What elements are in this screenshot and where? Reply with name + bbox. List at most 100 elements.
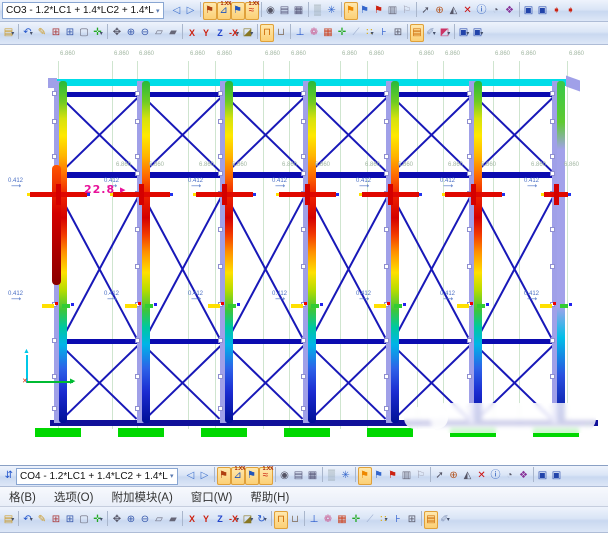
frame-display-icon[interactable]: ⊓ [274, 511, 288, 529]
delete-results-icon[interactable]: ✕ [461, 2, 475, 20]
view-minus-x-icon[interactable]: -X▾ [227, 24, 241, 42]
combo-dropdown-icon[interactable]: ▾ [156, 7, 160, 15]
print-preview-icon[interactable]: ▤ [292, 467, 306, 485]
model-viewport[interactable]: 6.8606.8606.8606.8606.8606.8606.8606.860… [0, 45, 608, 465]
nav-previous-icon[interactable]: ◁ [170, 2, 184, 20]
zoom-window-icon[interactable]: ⊞ [49, 24, 63, 42]
display-style-icon[interactable]: ✐▾ [438, 511, 452, 529]
undo-icon[interactable]: ↶▾ [21, 511, 35, 529]
visibility-building-icon[interactable]: ▥ [400, 467, 414, 485]
load-combination-combo[interactable]: CO3 - 1.2*LC1 + 1.4*LC2 + 1.4*LC3 ▾ [2, 2, 164, 19]
stopwatch-icon[interactable]: ◔ [503, 467, 517, 485]
control-panel-icon[interactable]: ▤ [424, 511, 438, 529]
nav-next-icon[interactable]: ▷ [198, 467, 212, 485]
table-windows-icon[interactable]: ⊞ [391, 24, 405, 42]
nav-next-icon[interactable]: ▷ [184, 2, 198, 20]
dropdown-arrow-icon[interactable]: ▾ [30, 30, 33, 37]
view-x-icon[interactable]: X [185, 511, 199, 529]
rotate-view-icon[interactable]: ↻▾ [255, 511, 269, 529]
zoom-out-icon[interactable]: ⊖ [138, 511, 152, 529]
zoom-view-icon[interactable]: ⊞ [63, 24, 77, 42]
rotate-mode-icon[interactable]: ⊕ [447, 467, 461, 485]
partial-view-red-flag-icon[interactable]: ⚑ [372, 2, 386, 20]
menu-item[interactable]: 窗口(W) [182, 489, 242, 505]
partial-view-orange-flag-icon[interactable]: ⚑ [344, 2, 358, 20]
show-loads-icon[interactable]: ⚑ [203, 2, 217, 20]
load-combination-combo-2[interactable]: CO4 - 1.2*LC1 + 1.4*LC2 + 1.4*LC6 ▾ [16, 468, 178, 485]
partial-view-blue-flag-icon[interactable]: ⚑ [358, 2, 372, 20]
menu-item[interactable]: 格(B) [0, 489, 45, 505]
snap-settings-icon[interactable]: ✳ [339, 467, 353, 485]
animation-icon[interactable]: ◉ [264, 2, 278, 20]
section-cut-icon[interactable]: ⊦ [377, 24, 391, 42]
nav-previous-icon[interactable]: ◁ [184, 467, 198, 485]
dropdown-arrow-icon[interactable]: ▾ [250, 516, 253, 523]
visibility-off-flag-icon[interactable]: ⚐ [400, 2, 414, 20]
menu-item[interactable]: 帮助(H) [241, 489, 298, 505]
panels-grid-icon[interactable]: ∷▾ [377, 511, 391, 529]
view-z-icon[interactable]: Z [213, 24, 227, 42]
solid-results-icon[interactable]: ▦ [335, 511, 349, 529]
zoom-window-icon[interactable]: ⊞ [49, 511, 63, 529]
work-plane-icon[interactable]: ⟋ [349, 24, 363, 42]
solid-results-icon[interactable]: ▦ [321, 24, 335, 42]
rotate-mode-icon[interactable]: ⊕ [433, 2, 447, 20]
open-project-icon[interactable]: ▤▾ [2, 511, 16, 529]
dropdown-arrow-icon[interactable]: ▾ [480, 30, 483, 37]
control-panel-icon[interactable]: ▤ [410, 24, 424, 42]
save-image-2-icon[interactable]: ▣▾ [471, 24, 485, 42]
printout-report-2-icon[interactable]: ➧ [564, 2, 578, 20]
visibility-off-flag-icon[interactable]: ⚐ [414, 467, 428, 485]
pan-view-icon[interactable]: ✥ [110, 511, 124, 529]
save-image-1-icon[interactable]: ▣▾ [457, 24, 471, 42]
view-minus-x-icon[interactable]: -X▾ [227, 511, 241, 529]
construction-grid-icon[interactable]: ▒ [311, 2, 325, 20]
dropdown-arrow-icon[interactable]: ▾ [236, 516, 239, 523]
dropdown-arrow-icon[interactable]: ▾ [371, 30, 374, 37]
connect-modules-icon[interactable]: ❖ [517, 467, 531, 485]
delete-results-icon[interactable]: ✕ [475, 467, 489, 485]
connect-modules-icon[interactable]: ❖ [503, 2, 517, 20]
render-mode-icon[interactable]: ◪▾ [241, 24, 255, 42]
display-monitor-2-icon[interactable]: ▣ [550, 467, 564, 485]
printout-report-1-icon[interactable]: ➧ [550, 2, 564, 20]
perspective-view-icon[interactable]: ▰ [166, 511, 180, 529]
view-navigator-icon[interactable]: ✛▾ [91, 24, 105, 42]
dropdown-arrow-icon[interactable]: ▾ [100, 516, 103, 523]
generate-model-icon[interactable]: ✛ [335, 24, 349, 42]
work-plane-icon[interactable]: ⟋ [363, 511, 377, 529]
menu-item[interactable]: 附加模块(A) [102, 489, 181, 505]
color-scale-icon[interactable]: ◩▾ [438, 24, 452, 42]
perspective-view-icon[interactable]: ▰ [166, 24, 180, 42]
display-monitor-1-icon[interactable]: ▣ [522, 2, 536, 20]
partial-view-blue-flag-icon[interactable]: ⚑ [372, 467, 386, 485]
deformation-scale-icon[interactable]: ⊿1.XX [231, 467, 245, 485]
zoom-out-icon[interactable]: ⊖ [138, 24, 152, 42]
pin-view-icon[interactable]: ✎ [35, 511, 49, 529]
view-navigator-icon[interactable]: ✛▾ [91, 511, 105, 529]
partial-view-red-flag-icon[interactable]: ⚑ [386, 467, 400, 485]
dropdown-arrow-icon[interactable]: ▾ [385, 516, 388, 523]
result-diagram-icon[interactable]: ≈1.XX [259, 467, 273, 485]
pin-view-icon[interactable]: ✎ [35, 24, 49, 42]
view-3d-icon[interactable]: ▱ [152, 24, 166, 42]
section-cut-icon[interactable]: ⊦ [391, 511, 405, 529]
dropdown-arrow-icon[interactable]: ▾ [30, 516, 33, 523]
select-special-icon[interactable]: ➚ [419, 2, 433, 20]
partial-view-orange-flag-icon[interactable]: ⚑ [358, 467, 372, 485]
new-window-icon[interactable]: ▢ [77, 511, 91, 529]
dropdown-arrow-icon[interactable]: ▾ [11, 516, 14, 523]
animation-icon[interactable]: ◉ [278, 467, 292, 485]
show-supports-icon[interactable]: ⊥ [307, 511, 321, 529]
dropdown-arrow-icon[interactable]: ▾ [447, 30, 450, 37]
isoband-results-icon[interactable]: ❁ [307, 24, 321, 42]
display-monitor-1-icon[interactable]: ▣ [536, 467, 550, 485]
print-preview-icon[interactable]: ▤ [278, 2, 292, 20]
menu-item[interactable]: 选项(O) [45, 489, 103, 505]
open-project-icon[interactable]: ▤▾ [2, 24, 16, 42]
snap-settings-icon[interactable]: ✳ [325, 2, 339, 20]
result-diagram-icon[interactable]: ≈1.XX [245, 2, 259, 20]
dropdown-arrow-icon[interactable]: ▾ [100, 30, 103, 37]
table-sort-icon[interactable]: ⇵ [2, 467, 16, 485]
display-monitor-2-icon[interactable]: ▣ [536, 2, 550, 20]
